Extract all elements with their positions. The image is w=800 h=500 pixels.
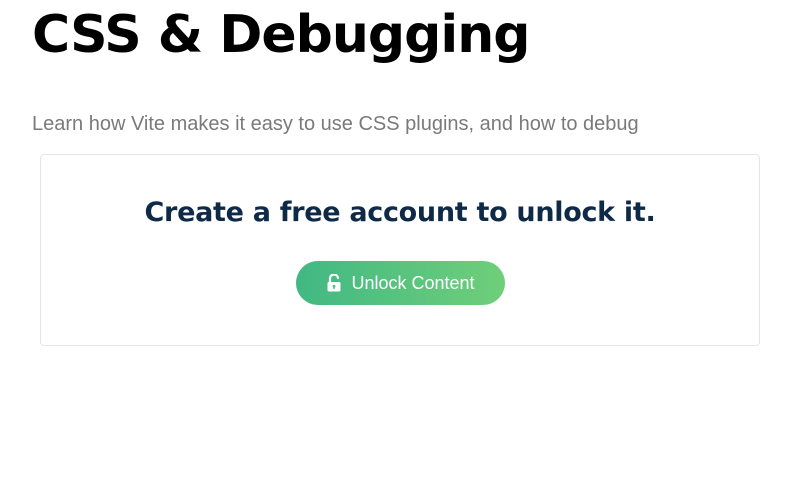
unlock-icon — [326, 274, 342, 292]
unlock-content-button[interactable]: Unlock Content — [296, 261, 505, 305]
page-title: CSS & Debugging — [32, 5, 530, 65]
page-subtitle: Learn how Vite makes it easy to use CSS … — [32, 113, 639, 135]
unlock-button-label: Unlock Content — [351, 272, 475, 293]
unlock-heading: Create a free account to unlock it. — [144, 197, 656, 228]
lesson-page: CSS & Debugging Learn how Vite makes it … — [0, 0, 800, 500]
unlock-card: Create a free account to unlock it. Unlo… — [40, 154, 760, 346]
